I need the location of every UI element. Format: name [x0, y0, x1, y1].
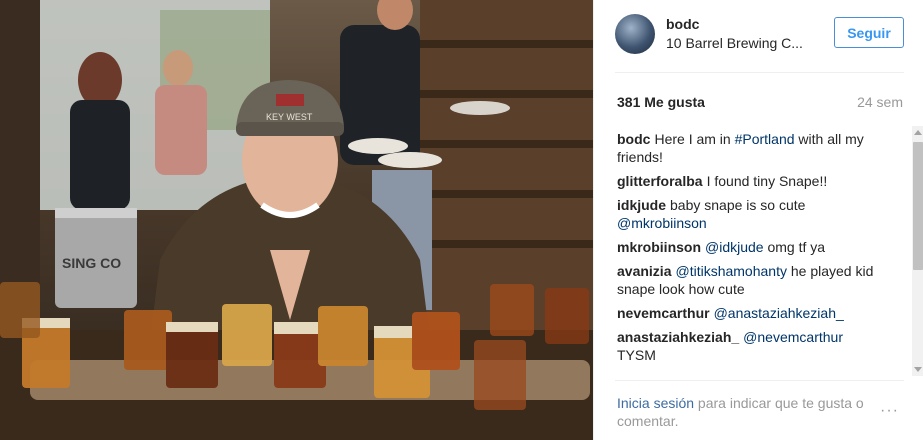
post-photo[interactable]: SING CO KEY WEST: [0, 0, 593, 440]
scroll-up-arrow-icon[interactable]: [914, 130, 922, 135]
comment-author[interactable]: bodc: [617, 131, 650, 147]
comment-item: mkrobiinson @idkjude omg tf ya: [617, 238, 885, 256]
comment-item: avanizia @titikshamohanty he played kid s…: [617, 262, 885, 298]
comment-text: I found tiny Snape!!: [706, 173, 828, 189]
avatar[interactable]: [615, 14, 655, 54]
comment-item: idkjude baby snape is so cute @mkrobiinso…: [617, 196, 885, 232]
likes-count[interactable]: 381 Me gusta: [617, 94, 705, 110]
comments-scrollbar[interactable]: [912, 126, 923, 376]
comments-list: bodc Here I am in #Portland with all my f…: [617, 130, 885, 370]
post-header: bodc 10 Barrel Brewing C... Seguir: [594, 0, 923, 72]
scroll-down-arrow-icon[interactable]: [914, 367, 922, 372]
comment-author[interactable]: glitterforalba: [617, 173, 703, 189]
comment-item: glitterforalba I found tiny Snape!!: [617, 172, 885, 190]
comment-mention-link[interactable]: #Portland: [735, 131, 795, 147]
comment-mention-link[interactable]: @titikshamohanty: [675, 263, 786, 279]
post-sidebar: bodc 10 Barrel Brewing C... Seguir 381 M…: [593, 0, 923, 440]
post-age: 24 sem: [857, 94, 903, 110]
comment-mention-link[interactable]: @idkjude: [705, 239, 764, 255]
comment-mention-link[interactable]: @anastaziahkeziah_: [714, 305, 844, 321]
comment-item: nevemcarthur @anastaziahkeziah_: [617, 304, 885, 322]
header-divider: [615, 72, 904, 73]
login-prompt: Inicia sesión para indicar que te gusta …: [617, 394, 872, 430]
scroll-thumb[interactable]: [913, 142, 923, 270]
follow-button[interactable]: Seguir: [834, 17, 904, 48]
comment-text: omg tf ya: [763, 239, 826, 255]
comment-author[interactable]: nevemcarthur: [617, 305, 710, 321]
comment-author[interactable]: mkrobiinson: [617, 239, 701, 255]
post-location[interactable]: 10 Barrel Brewing C...: [666, 35, 803, 51]
login-link[interactable]: Inicia sesión: [617, 395, 694, 411]
comment-mention-link[interactable]: @mkrobiinson: [617, 215, 707, 231]
comment-author[interactable]: idkjude: [617, 197, 666, 213]
comment-text: Here I am in: [654, 131, 735, 147]
comment-item: bodc Here I am in #Portland with all my f…: [617, 130, 885, 166]
instagram-post: SING CO KEY WEST bodc 10 Barrel Brewing …: [0, 0, 923, 440]
beer-glasses: [0, 282, 589, 410]
comment-author[interactable]: anastaziahkeziah_: [617, 329, 739, 345]
footer-divider: [615, 380, 904, 381]
comment-text: baby snape is so cute: [670, 197, 806, 213]
post-username[interactable]: bodc: [666, 16, 699, 32]
comment-mention-link[interactable]: @nevemcarthur: [743, 329, 843, 345]
comment-author[interactable]: avanizia: [617, 263, 671, 279]
more-options-icon[interactable]: ···: [880, 402, 899, 420]
comment-text: TYSM: [617, 347, 656, 363]
comment-item: anastaziahkeziah_ @nevemcarthur TYSM: [617, 328, 885, 364]
